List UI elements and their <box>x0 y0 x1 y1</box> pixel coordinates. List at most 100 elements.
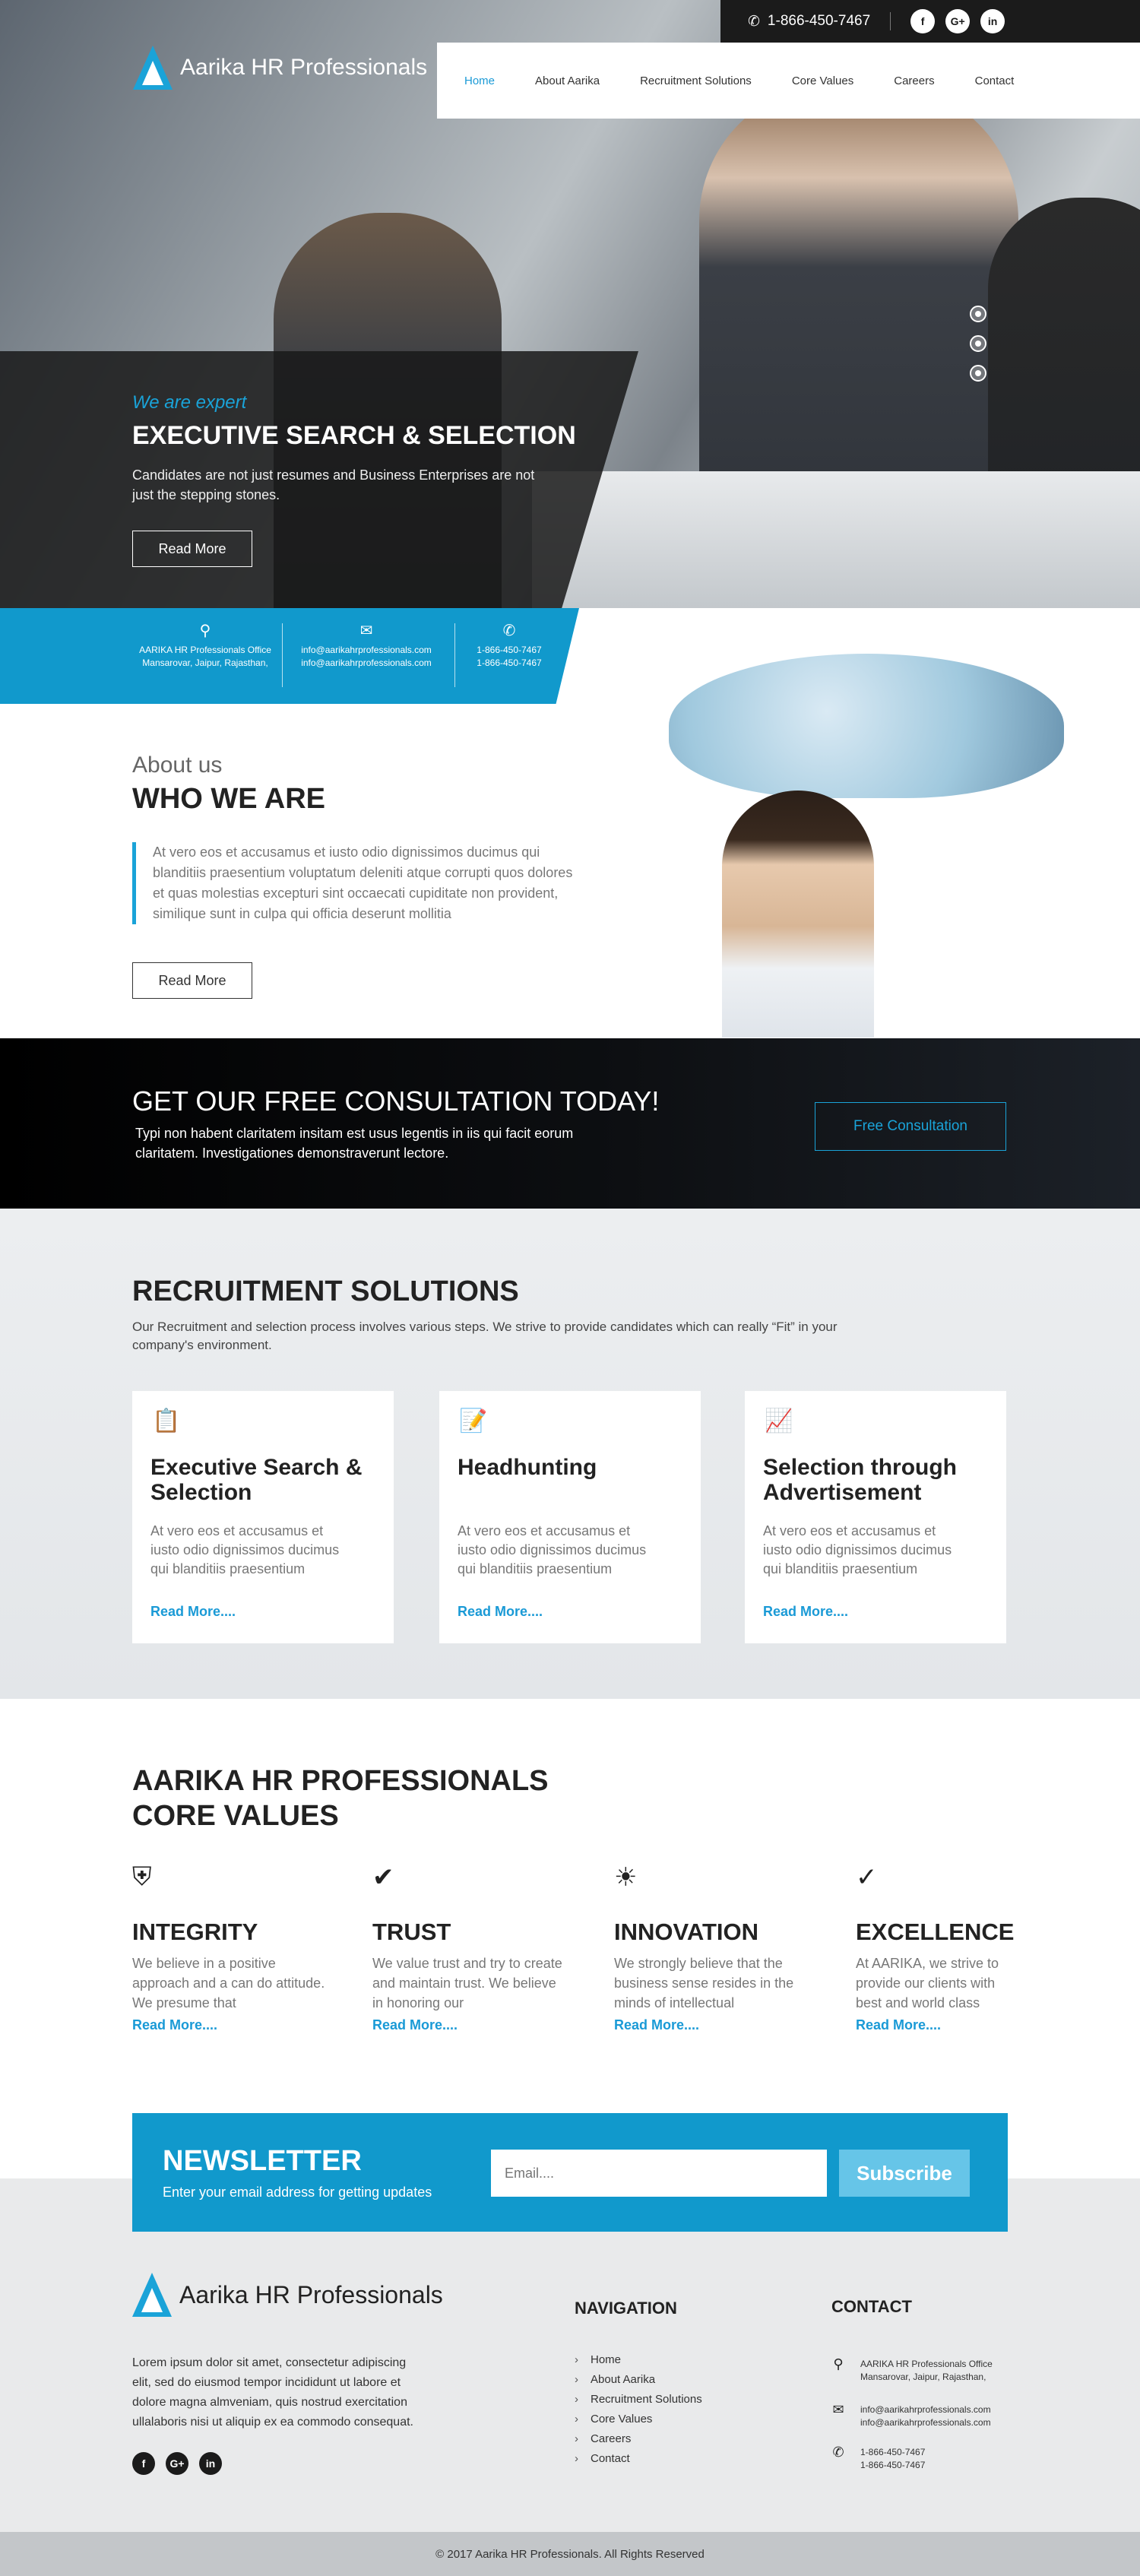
info-phone-1[interactable]: 1-866-450-7467 <box>464 644 555 657</box>
card-text: At vero eos et accusamus et iusto odio d… <box>150 1523 340 1576</box>
card-read-more-link[interactable]: Read More.... <box>763 1604 848 1620</box>
topbar-social: f G+ in <box>910 9 1005 33</box>
footer-email-1[interactable]: info@aarikahrprofessionals.com <box>860 2403 991 2416</box>
core-value-text: We believe in a positive approach and a … <box>132 1956 325 2010</box>
info-phone: ✆ 1-866-450-7467 1-866-450-7467 <box>464 623 555 670</box>
newsletter-email-input[interactable] <box>491 2150 827 2197</box>
recruitment-text: Our Recruitment and selection process in… <box>132 1320 838 1352</box>
footer-email-2[interactable]: info@aarikahrprofessionals.com <box>860 2416 991 2429</box>
slider-dot-1[interactable] <box>970 306 986 322</box>
core-value-title: INTEGRITY <box>132 1919 258 1945</box>
core-value-read-more-link[interactable]: Read More.... <box>856 2017 1008 2033</box>
footer-about-text: Lorem ipsum dolor sit amet, consectetur … <box>132 2356 413 2429</box>
footer-nav-careers[interactable]: Careers <box>575 2429 702 2449</box>
hero-image-desk <box>532 471 1140 608</box>
footer-nav-home[interactable]: Home <box>575 2350 702 2370</box>
main-navigation: Home About Aarika Recruitment Solutions … <box>437 43 1140 119</box>
hero-read-more-button[interactable]: Read More <box>132 531 252 567</box>
facebook-icon[interactable]: f <box>910 9 936 33</box>
nav-careers[interactable]: Careers <box>894 74 934 87</box>
hero-caption: We are expert EXECUTIVE SEARCH & SELECTI… <box>0 351 638 608</box>
core-value-read-more-link[interactable]: Read More.... <box>614 2017 812 2033</box>
footer-logo[interactable]: Aarika HR Professionals <box>132 2273 443 2317</box>
core-value-text: We value trust and try to create and mai… <box>372 1956 562 2010</box>
consultation-banner: GET OUR FREE CONSULTATION TODAY! Typi no… <box>0 1038 1140 1209</box>
info-divider <box>282 623 283 687</box>
slider-dot-2[interactable] <box>970 335 986 352</box>
topbar-divider <box>890 12 891 30</box>
nav-core-values[interactable]: Core Values <box>792 74 853 87</box>
footer-contact-address: ⚲ AARIKA HR Professionals Office Mansarov… <box>831 2356 1029 2384</box>
about-title: WHO WE ARE <box>132 783 326 815</box>
card-read-more-link[interactable]: Read More.... <box>458 1604 543 1620</box>
subscribe-button[interactable]: Subscribe <box>839 2150 970 2197</box>
nav-home[interactable]: Home <box>464 74 495 87</box>
google-plus-icon[interactable]: G+ <box>166 2452 188 2475</box>
card-text: At vero eos et accusamus et iusto odio d… <box>763 1523 952 1576</box>
footer-contact: CONTACT ⚲ AARIKA HR Professionals Office… <box>831 2297 993 2470</box>
hero-tagline: We are expert <box>132 392 247 413</box>
footer-phone-1[interactable]: 1-866-450-7467 <box>860 2446 925 2459</box>
card-read-more-link[interactable]: Read More.... <box>150 1604 236 1620</box>
core-value-read-more-link[interactable]: Read More.... <box>132 2017 330 2033</box>
footer-nav-about[interactable]: About Aarika <box>575 2370 702 2390</box>
info-phone-2[interactable]: 1-866-450-7467 <box>464 657 555 670</box>
footer-nav-recruitment-solutions[interactable]: Recruitment Solutions <box>575 2390 702 2410</box>
card-title: Selection through Advertisement <box>763 1455 957 1505</box>
recruitment-title: RECRUITMENT SOLUTIONS <box>132 1275 519 1307</box>
core-value-item: ☀ INNOVATION We strongly believe that th… <box>614 1862 812 2033</box>
document-pen-icon: 📝 <box>459 1408 488 1434</box>
core-value-text: At AARIKA, we strive to provide our clie… <box>856 1956 999 2010</box>
core-value-read-more-link[interactable]: Read More.... <box>372 2017 570 2033</box>
location-pin-icon: ⚲ <box>833 2356 844 2372</box>
footer-nav-title: NAVIGATION <box>575 2299 677 2318</box>
info-email-1[interactable]: info@aarikahrprofessionals.com <box>290 644 442 657</box>
linkedin-icon[interactable]: in <box>199 2452 222 2475</box>
about-read-more-button[interactable]: Read More <box>132 962 252 999</box>
core-values-title-line1: AARIKA HR PROFESSIONALS <box>132 1765 549 1797</box>
topbar-phone[interactable]: ✆ 1-866-450-7467 <box>748 13 870 30</box>
footer-logo-text: Aarika HR Professionals <box>179 2280 443 2308</box>
copyright-bar: © 2017 Aarika HR Professionals. All Righ… <box>0 2532 1140 2576</box>
site-logo[interactable]: Aarika HR Professionals <box>133 46 427 90</box>
recruitment-card: 📋 Executive Search & Selection At vero e… <box>132 1391 394 1643</box>
recruitment-card: 📝 Headhunting At vero eos et accusamus e… <box>439 1391 701 1643</box>
copyright-text: © 2017 Aarika HR Professionals. All Righ… <box>435 2547 705 2561</box>
shield-icon: ⛨ <box>132 1862 152 1891</box>
free-consultation-button[interactable]: Free Consultation <box>815 1102 1006 1151</box>
topbar-phone-number: 1-866-450-7467 <box>767 13 871 29</box>
footer-social: f G+ in <box>132 2452 222 2475</box>
nav-contact[interactable]: Contact <box>975 74 1015 87</box>
logo-text: Aarika HR Professionals <box>180 55 428 80</box>
world-map-image <box>669 654 1064 798</box>
core-value-title: EXCELLENCE <box>856 1919 1015 1945</box>
footer-nav-core-values[interactable]: Core Values <box>575 2410 702 2429</box>
hero-title: EXECUTIVE SEARCH & SELECTION <box>132 421 576 450</box>
info-address-line2: Mansarovar, Jaipur, Rajasthan, <box>142 657 268 668</box>
nav-about[interactable]: About Aarika <box>535 74 600 87</box>
footer-contact-title: CONTACT <box>831 2297 912 2316</box>
footer-address-line2: Mansarovar, Jaipur, Rajasthan, <box>860 2372 986 2382</box>
lightbulb-icon: ☀ <box>614 1863 638 1892</box>
phone-icon: ✆ <box>502 623 516 639</box>
facebook-icon[interactable]: f <box>132 2452 155 2475</box>
core-value-item: ✔ TRUST We value trust and try to create… <box>372 1862 570 2033</box>
nav-recruitment-solutions[interactable]: Recruitment Solutions <box>640 74 752 87</box>
card-title: Headhunting <box>458 1455 597 1480</box>
info-divider <box>454 623 455 687</box>
linkedin-icon[interactable]: in <box>980 9 1005 33</box>
envelope-icon: ✉ <box>359 623 373 639</box>
footer-nav-contact[interactable]: Contact <box>575 2449 702 2469</box>
card-text: At vero eos et accusamus et iusto odio d… <box>458 1523 647 1576</box>
about-subtitle: About us <box>132 753 223 778</box>
info-email: ✉ info@aarikahrprofessionals.com info@aa… <box>290 623 442 670</box>
core-value-title: INNOVATION <box>614 1919 759 1945</box>
slider-dot-3[interactable] <box>970 365 986 382</box>
google-plus-icon[interactable]: G+ <box>945 9 971 33</box>
footer-contact-phone: ✆ 1-866-450-7467 1-866-450-7467 <box>831 2445 1029 2472</box>
info-email-2[interactable]: info@aarikahrprofessionals.com <box>290 657 442 670</box>
footer-phone-2[interactable]: 1-866-450-7467 <box>860 2459 925 2472</box>
envelope-icon: ✉ <box>832 2402 844 2417</box>
about-text: At vero eos et accusamus et iusto odio d… <box>132 842 573 924</box>
footer-contact-email: ✉ info@aarikahrprofessionals.com info@aar… <box>831 2403 1029 2429</box>
